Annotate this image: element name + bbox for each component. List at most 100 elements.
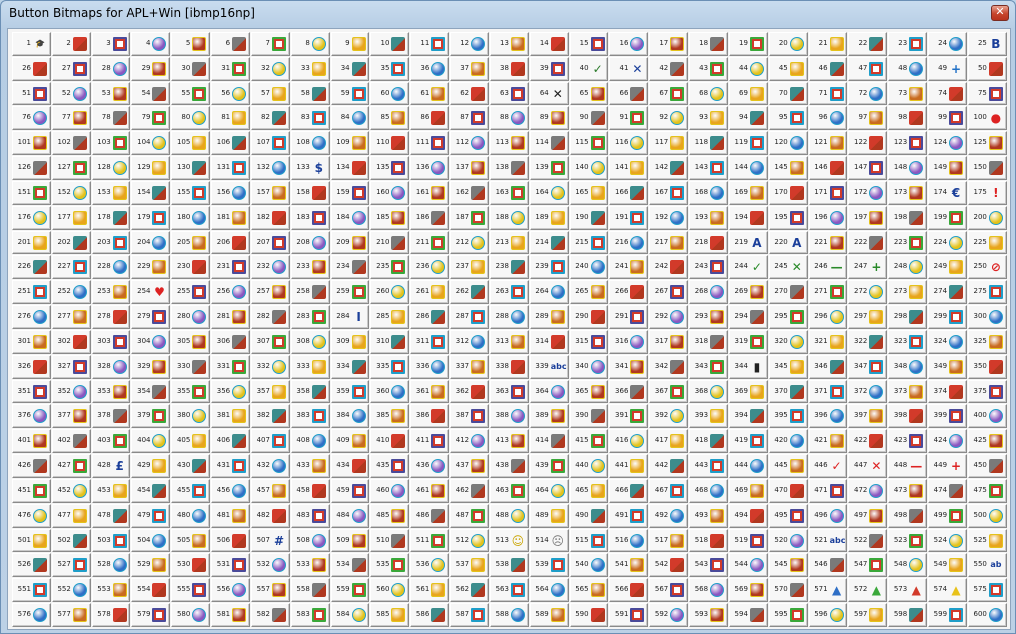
bitmap-button-429[interactable]: 429 [131,454,171,478]
bitmap-button-421[interactable]: 421 [808,429,848,454]
bitmap-button-264[interactable]: 264 [529,280,569,305]
bitmap-button-571[interactable]: 571 ▲ [808,578,848,603]
bitmap-button-271[interactable]: 271 [808,280,848,305]
bitmap-button-150[interactable]: 150 [967,156,1007,180]
bitmap-button-214[interactable]: 214 [529,230,569,255]
bitmap-button-577[interactable]: 577 [51,603,91,627]
bitmap-button-448[interactable]: 448— [888,454,928,478]
bitmap-button-155[interactable]: 155 [171,180,211,205]
bitmap-button-598[interactable]: 598 [888,603,928,627]
bitmap-button-418[interactable]: 418 [689,429,728,454]
bitmap-button-482[interactable]: 482 [250,503,290,528]
bitmap-button-37[interactable]: 37 [450,56,489,81]
bitmap-button-184[interactable]: 184 [330,205,370,230]
bitmap-button-527[interactable]: 527 [51,553,91,578]
bitmap-button-480[interactable]: 480 [171,503,211,528]
bitmap-button-583[interactable]: 583 [290,603,330,627]
bitmap-button-29[interactable]: 29 [131,56,171,81]
bitmap-button-179[interactable]: 179 [131,205,171,230]
bitmap-button-330[interactable]: 330 [171,354,211,379]
bitmap-button-497[interactable]: 497 [848,503,888,528]
bitmap-button-543[interactable]: 543 [689,553,728,578]
bitmap-button-208[interactable]: 208 [290,230,330,255]
bitmap-button-304[interactable]: 304 [131,329,171,354]
bitmap-button-580[interactable]: 580 [171,603,211,627]
bitmap-button-170[interactable]: 170 [768,180,808,205]
bitmap-button-457[interactable]: 457 [250,478,290,503]
bitmap-button-43[interactable]: 43 [689,56,728,81]
bitmap-button-516[interactable]: 516 [609,528,649,553]
bitmap-button-443[interactable]: 443 [689,454,728,478]
bitmap-button-334[interactable]: 334 [330,354,370,379]
bitmap-button-123[interactable]: 123 [888,131,928,156]
bitmap-button-121[interactable]: 121 [808,131,848,156]
bitmap-button-60[interactable]: 60 [370,81,410,106]
bitmap-button-594[interactable]: 594 [728,603,768,627]
bitmap-button-277[interactable]: 277 [51,305,91,329]
bitmap-button-122[interactable]: 122 [848,131,888,156]
bitmap-button-256[interactable]: 256 [211,280,250,305]
bitmap-button-562[interactable]: 562 [450,578,489,603]
bitmap-button-355[interactable]: 355 [171,379,211,404]
bitmap-button-339[interactable]: 339 abc [529,354,569,379]
bitmap-button-57[interactable]: 57 [250,81,290,106]
bitmap-button-24[interactable]: 24 [928,32,967,56]
bitmap-button-249[interactable]: 249 [928,255,967,280]
bitmap-button-351[interactable]: 351 [12,379,51,404]
bitmap-button-520[interactable]: 520 [768,528,808,553]
bitmap-button-119[interactable]: 119 [728,131,768,156]
bitmap-button-103[interactable]: 103 [91,131,131,156]
bitmap-button-476[interactable]: 476 [12,503,51,528]
bitmap-button-567[interactable]: 567 [649,578,689,603]
bitmap-button-253[interactable]: 253 [91,280,131,305]
bitmap-button-144[interactable]: 144 [728,156,768,180]
bitmap-button-347[interactable]: 347 [848,354,888,379]
bitmap-button-405[interactable]: 405 [171,429,211,454]
bitmap-button-69[interactable]: 69 [728,81,768,106]
bitmap-button-39[interactable]: 39 [529,56,569,81]
bitmap-button-210[interactable]: 210 [370,230,410,255]
bitmap-button-198[interactable]: 198 [888,205,928,230]
bitmap-button-542[interactable]: 542 [649,553,689,578]
bitmap-button-414[interactable]: 414 [529,429,569,454]
bitmap-button-581[interactable]: 581 [211,603,250,627]
bitmap-button-252[interactable]: 252 [51,280,91,305]
bitmap-button-559[interactable]: 559 [330,578,370,603]
bitmap-button-455[interactable]: 455 [171,478,211,503]
bitmap-button-203[interactable]: 203 [91,230,131,255]
bitmap-button-321[interactable]: 321 [808,329,848,354]
bitmap-button-35[interactable]: 35 [370,56,410,81]
bitmap-button-371[interactable]: 371 [808,379,848,404]
bitmap-button-71[interactable]: 71 [808,81,848,106]
bitmap-button-290[interactable]: 290 [569,305,609,329]
bitmap-button-51[interactable]: 51 [12,81,51,106]
bitmap-button-396[interactable]: 396 [808,404,848,429]
bitmap-button-541[interactable]: 541 [609,553,649,578]
bitmap-button-323[interactable]: 323 [888,329,928,354]
bitmap-button-369[interactable]: 369 [728,379,768,404]
bitmap-button-160[interactable]: 160 [370,180,410,205]
bitmap-button-226[interactable]: 226 [12,255,51,280]
bitmap-button-553[interactable]: 553 [91,578,131,603]
bitmap-button-58[interactable]: 58 [290,81,330,106]
bitmap-button-462[interactable]: 462 [450,478,489,503]
bitmap-button-346[interactable]: 346 [808,354,848,379]
bitmap-button-544[interactable]: 544 [728,553,768,578]
bitmap-button-257[interactable]: 257 [250,280,290,305]
bitmap-button-464[interactable]: 464 [529,478,569,503]
bitmap-button-289[interactable]: 289 [529,305,569,329]
bitmap-button-61[interactable]: 61 [410,81,450,106]
bitmap-button-38[interactable]: 38 [489,56,529,81]
bitmap-button-377[interactable]: 377 [51,404,91,429]
bitmap-button-124[interactable]: 124 [928,131,967,156]
bitmap-button-359[interactable]: 359 [330,379,370,404]
bitmap-button-328[interactable]: 328 [91,354,131,379]
bitmap-button-392[interactable]: 392 [649,404,689,429]
bitmap-button-52[interactable]: 52 [51,81,91,106]
bitmap-button-422[interactable]: 422 [848,429,888,454]
bitmap-button-592[interactable]: 592 [649,603,689,627]
bitmap-button-153[interactable]: 153 [91,180,131,205]
bitmap-button-251[interactable]: 251 [12,280,51,305]
bitmap-button-107[interactable]: 107 [250,131,290,156]
bitmap-button-444[interactable]: 444 [728,454,768,478]
